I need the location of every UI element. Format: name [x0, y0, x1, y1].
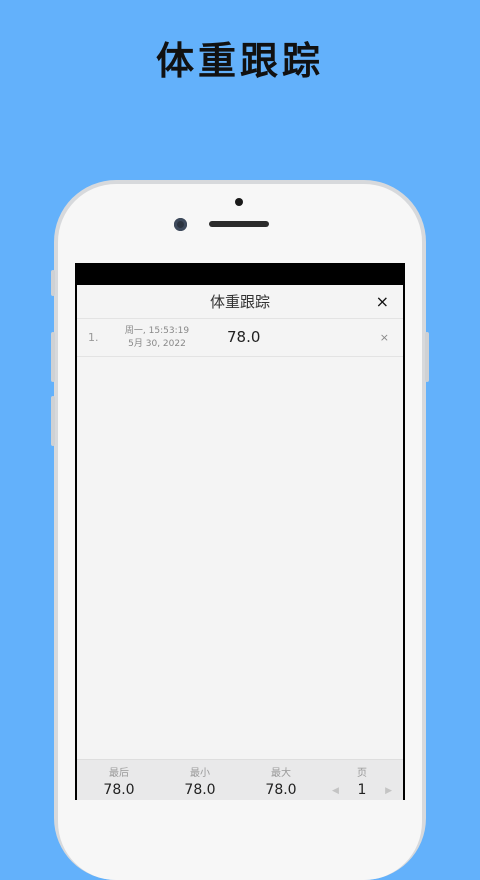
- stat-last-label: 最后: [109, 768, 129, 779]
- phone-screen: 体重跟踪 × 1. 周一, 15:53:19 5月 30, 2022 78.0 …: [75, 263, 405, 800]
- stat-min-label: 最小: [190, 768, 210, 779]
- stat-max-value: 78.0: [265, 782, 297, 798]
- status-bar: [75, 263, 405, 285]
- stat-min: 最小 78.0: [160, 764, 240, 798]
- volume-down-button: [51, 396, 55, 446]
- power-button: [425, 332, 429, 382]
- page-label: 页: [357, 768, 367, 779]
- app-title: 体重跟踪: [209, 293, 270, 311]
- earpiece-speaker: [209, 221, 269, 227]
- entry-date: 周一, 15:53:19 5月 30, 2022: [113, 325, 201, 351]
- app-window: 体重跟踪 × 1. 周一, 15:53:19 5月 30, 2022 78.0 …: [77, 285, 403, 800]
- front-camera-icon: [174, 218, 187, 231]
- stat-last: 最后 78.0: [79, 764, 159, 798]
- stat-max: 最大 78.0: [241, 764, 321, 798]
- entry-date-line1: 周一, 15:53:19: [124, 326, 190, 336]
- stat-max-label: 最大: [271, 768, 291, 779]
- close-icon[interactable]: ×: [376, 292, 389, 311]
- entry-weight-value: 78.0: [227, 328, 261, 346]
- stat-min-value: 78.0: [184, 782, 216, 798]
- pager: 页 1 ◀ ▶: [322, 764, 402, 798]
- proximity-sensor: [235, 198, 243, 206]
- volume-up-button: [51, 332, 55, 382]
- delete-entry-icon[interactable]: ×: [380, 331, 389, 344]
- app-header: 体重跟踪 ×: [77, 285, 403, 319]
- entry-date-line2: 5月 30, 2022: [128, 339, 186, 349]
- list-item[interactable]: 1. 周一, 15:53:19 5月 30, 2022 78.0 ×: [77, 319, 403, 357]
- entry-index: 1.: [88, 331, 99, 344]
- banner-title: 体重跟踪: [155, 39, 324, 83]
- silent-switch: [51, 270, 55, 296]
- next-page-icon[interactable]: ▶: [385, 786, 392, 796]
- stats-bar: 最后 78.0 最小 78.0 最大 78.0 页 1 ◀ ▶: [77, 759, 403, 800]
- stat-last-value: 78.0: [103, 782, 135, 798]
- prev-page-icon[interactable]: ◀: [332, 786, 339, 796]
